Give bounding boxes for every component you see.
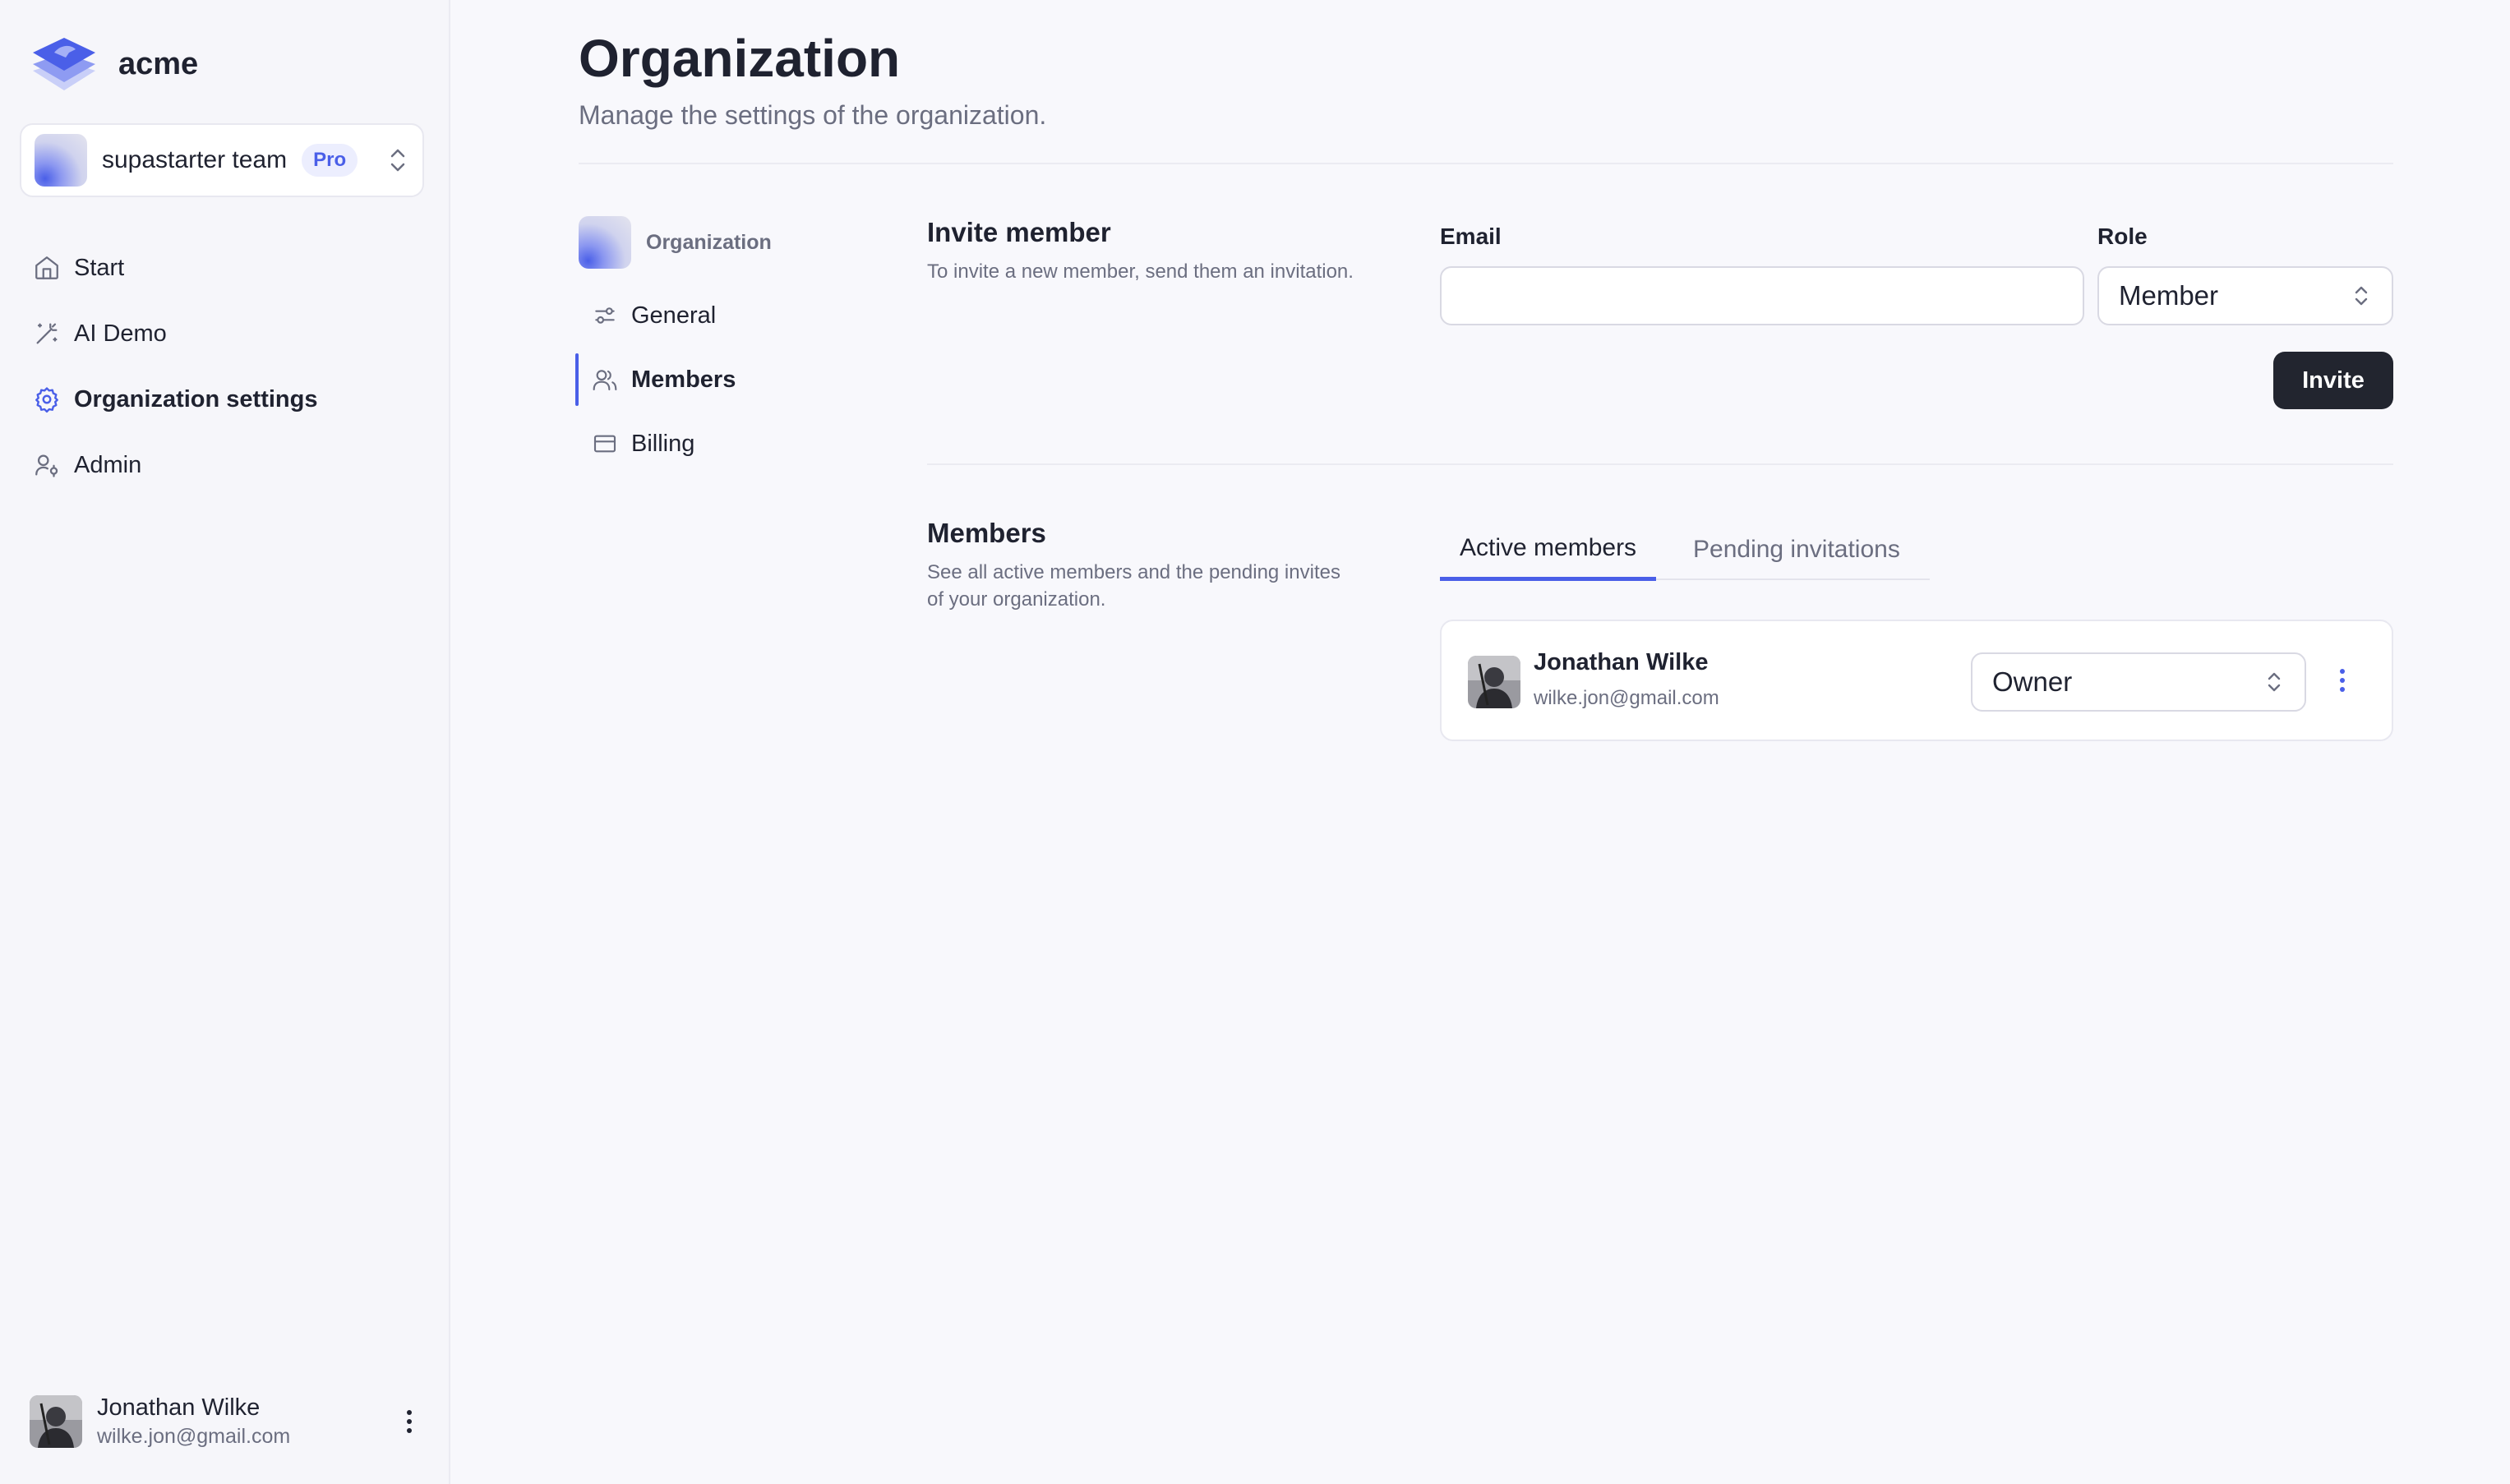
header-divider (579, 163, 2393, 164)
credit-card-icon (593, 435, 616, 453)
more-vertical-icon[interactable] (2336, 664, 2349, 697)
organization-avatar (579, 216, 631, 269)
role-label: Role (2097, 224, 2148, 249)
sidebar-item-label: AI Demo (74, 320, 167, 347)
sidebar-item-label: Organization settings (74, 385, 318, 412)
gear-icon (35, 387, 58, 413)
subnav-item-label: General (631, 302, 717, 329)
member-role-select[interactable]: Owner (1971, 652, 2306, 712)
team-name: supastarter team (102, 146, 288, 173)
members-section-description: See all active members and the pending i… (927, 561, 1340, 611)
member-email: wilke.jon@gmail.com (1534, 687, 1719, 709)
home-icon (35, 256, 58, 279)
email-field[interactable] (1440, 266, 2084, 325)
chevron-up-down-icon (390, 149, 405, 172)
member-avatar-photo (1468, 656, 1520, 708)
users-icon (593, 370, 617, 391)
role-select-value: Member (2119, 280, 2219, 311)
user-menu[interactable]: Jonathan Wilke wilke.jon@gmail.com (30, 1389, 424, 1454)
magic-wand-icon (36, 323, 58, 344)
team-switcher[interactable]: supastarter team Pro (20, 123, 424, 197)
more-vertical-icon[interactable] (404, 1405, 414, 1438)
sidebar: acme supastarter team Pro Start AI Demo (0, 0, 450, 1484)
role-select[interactable]: Member (2097, 266, 2393, 325)
subnav-item-label: Billing (631, 430, 695, 457)
subnav-item-general[interactable]: General (575, 289, 822, 342)
subnav-header: Organization (579, 215, 822, 270)
sidebar-item-organization-settings[interactable]: Organization settings (33, 366, 317, 432)
subnav-item-members[interactable]: Members (575, 353, 822, 406)
sidebar-item-label: Admin (74, 451, 142, 478)
subnav-item-label: Members (631, 366, 736, 393)
avatar (30, 1395, 82, 1448)
chevron-up-down-icon (2268, 672, 2281, 692)
tab-active-members[interactable]: Active members (1440, 519, 1657, 581)
logo[interactable]: acme (30, 33, 198, 95)
invite-section-description: To invite a new member, send them an inv… (927, 260, 1354, 283)
sidebar-item-start[interactable]: Start (33, 235, 317, 301)
sliders-icon (595, 307, 615, 324)
members-section-title: Members (927, 518, 1046, 548)
acme-logo-icon (33, 38, 95, 90)
user-info: Jonathan Wilke wilke.jon@gmail.com (97, 1394, 290, 1449)
sidebar-nav: Start AI Demo Organization settings Admi… (33, 235, 317, 498)
user-cog-icon (35, 454, 58, 477)
team-avatar (35, 134, 87, 187)
user-email: wilke.jon@gmail.com (97, 1425, 291, 1448)
invite-button[interactable]: Invite (2273, 352, 2393, 409)
app-name: acme (118, 46, 199, 81)
sidebar-item-admin[interactable]: Admin (33, 432, 317, 498)
member-role-value: Owner (1992, 666, 2073, 697)
plan-badge: Pro (302, 144, 358, 177)
page-title: Organization (579, 29, 901, 88)
sidebar-item-ai-demo[interactable]: AI Demo (33, 301, 317, 366)
avatar (1468, 656, 1520, 708)
subnav-item-billing[interactable]: Billing (575, 417, 822, 470)
chevron-up-down-icon (2355, 286, 2368, 306)
member-row: Jonathan Wilke wilke.jon@gmail.com Owner (1440, 620, 2393, 741)
page-subtitle: Manage the settings of the organization. (579, 100, 1047, 130)
members-tabs: Active members Pending invitations (1440, 519, 1930, 581)
email-label: Email (1440, 224, 1502, 249)
tab-pending-invitations[interactable]: Pending invitations (1690, 519, 1903, 580)
user-avatar-photo (30, 1395, 82, 1448)
section-divider (927, 463, 2393, 465)
member-name: Jonathan Wilke (1534, 649, 1709, 675)
user-name: Jonathan Wilke (97, 1394, 261, 1421)
invite-section-title: Invite member (927, 217, 1111, 247)
subnav-header-label: Organization (646, 230, 772, 254)
settings-subnav: Organization General Members Billing (575, 215, 822, 470)
sidebar-item-label: Start (74, 254, 125, 281)
